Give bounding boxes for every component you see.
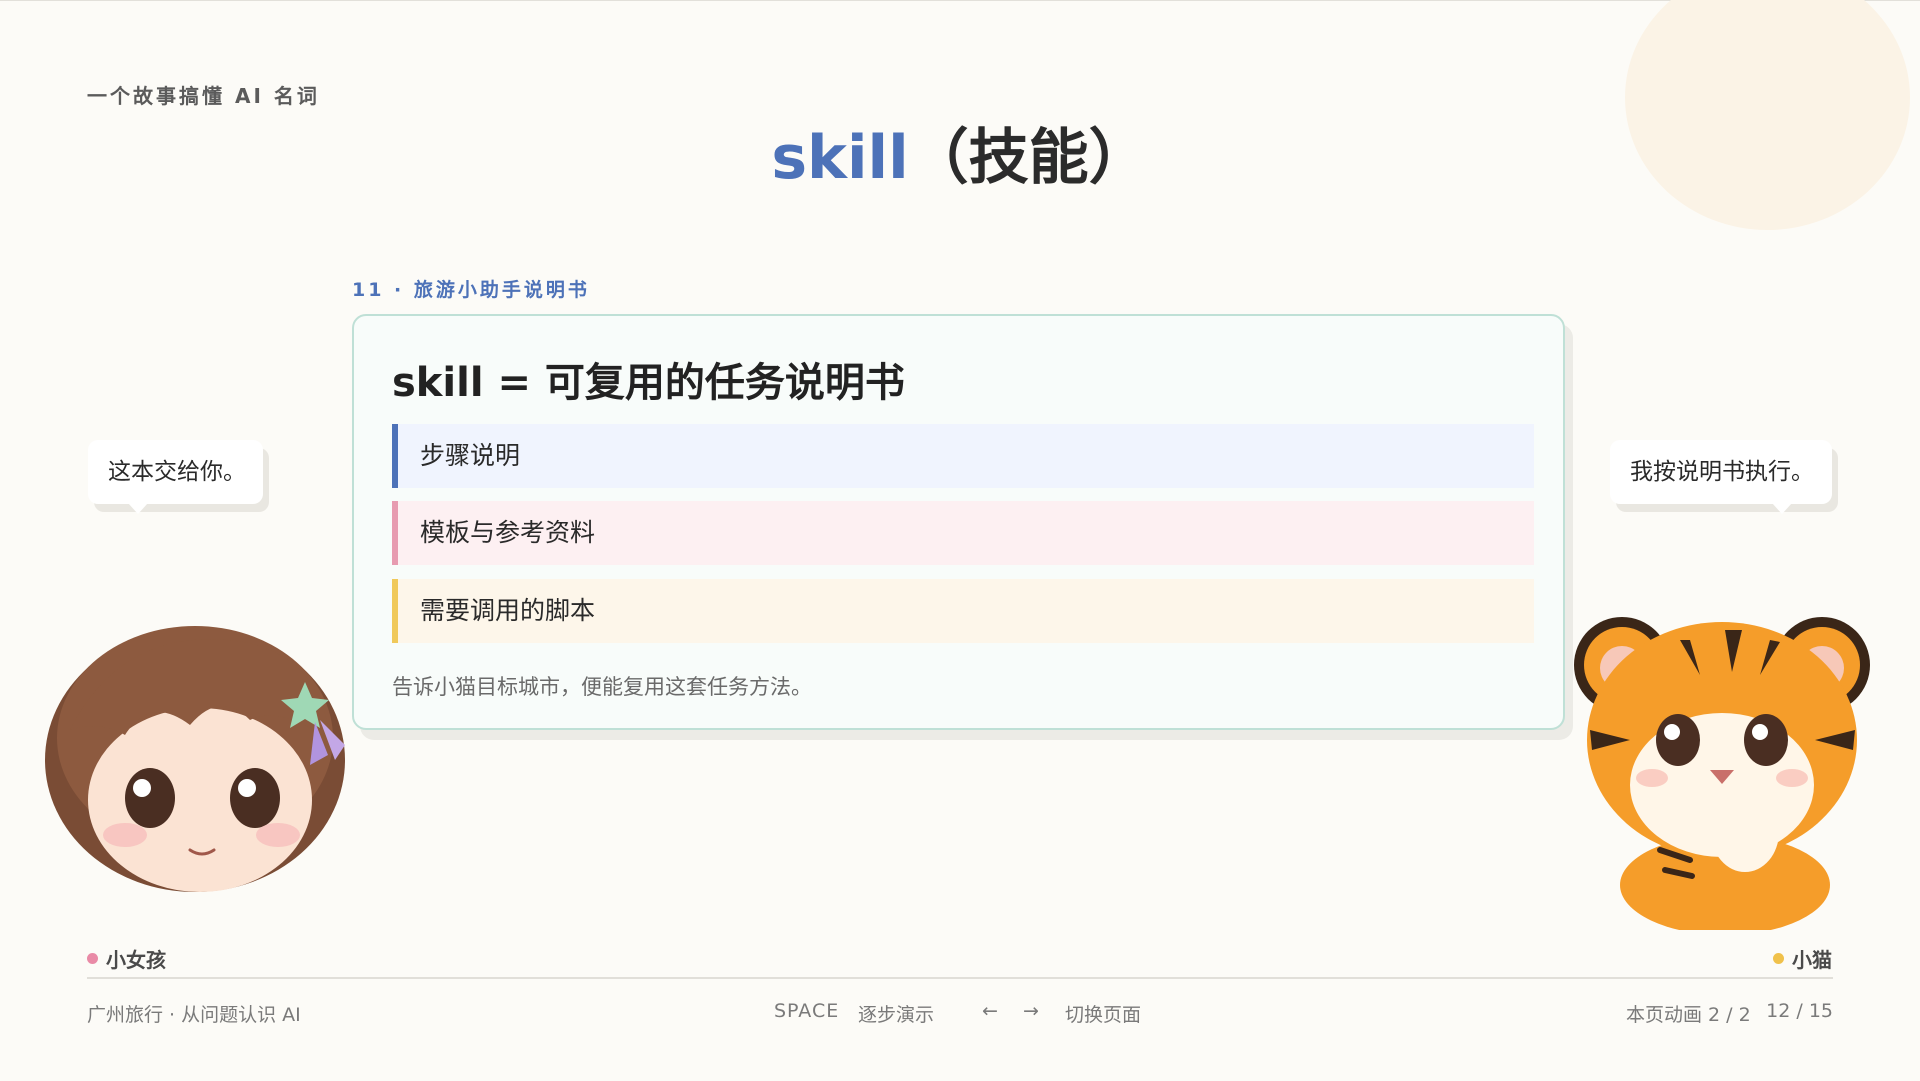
- space-key-description: 逐步演示: [858, 1004, 935, 1026]
- list-item-templates: 模板与参考资料: [392, 501, 1534, 565]
- page-counter: 12 / 15: [1766, 1000, 1833, 1022]
- footer-divider: [87, 977, 1833, 979]
- footer-course-title: 广州旅行 · 从问题认识 AI: [87, 1004, 301, 1026]
- tiger-name: 小猫: [1792, 948, 1832, 972]
- tiger-cub-avatar-icon: [1574, 617, 1870, 930]
- title-term: skill: [771, 123, 909, 193]
- page-title: skill（技能）: [0, 118, 1920, 198]
- tiger-speech-bubble: 我按说明书执行。: [1610, 440, 1832, 514]
- animation-status: 本页动画 2 / 2: [1626, 1004, 1751, 1026]
- top-divider: [0, 0, 1920, 1]
- card-heading: skill = 可复用的任务说明书: [392, 360, 905, 406]
- content-card: skill = 可复用的任务说明书 步骤说明 模板与参考资料 需要调用的脚本 告…: [352, 314, 1565, 730]
- title-rest: （技能）: [908, 123, 1149, 193]
- arrow-right-icon[interactable]: →: [1023, 1000, 1039, 1022]
- girl-name-tag: 小女孩: [87, 944, 166, 973]
- section-label: 11 · 旅游小助手说明书: [352, 279, 590, 301]
- pink-dot-icon: [87, 953, 98, 964]
- girl-name: 小女孩: [106, 948, 166, 972]
- list-item-steps: 步骤说明: [392, 424, 1534, 488]
- nav-description: 切换页面: [1065, 1004, 1142, 1026]
- card-note: 告诉小猫目标城市，便能复用这套任务方法。: [392, 675, 812, 699]
- yellow-dot-icon: [1773, 953, 1784, 964]
- girl-speech-bubble: 这本交给你。: [88, 440, 263, 514]
- slide-page: 一个故事搞懂 AI 名词 skill（技能） 11 · 旅游小助手说明书 ski…: [0, 0, 1920, 1081]
- series-label: 一个故事搞懂 AI 名词: [87, 84, 320, 108]
- list-item-scripts: 需要调用的脚本: [392, 579, 1534, 643]
- tiger-name-tag: 小猫: [1773, 944, 1832, 973]
- space-key-hint: SPACE: [774, 1000, 840, 1022]
- arrow-left-icon[interactable]: ←: [982, 1000, 998, 1022]
- girl-avatar-icon: [45, 626, 345, 892]
